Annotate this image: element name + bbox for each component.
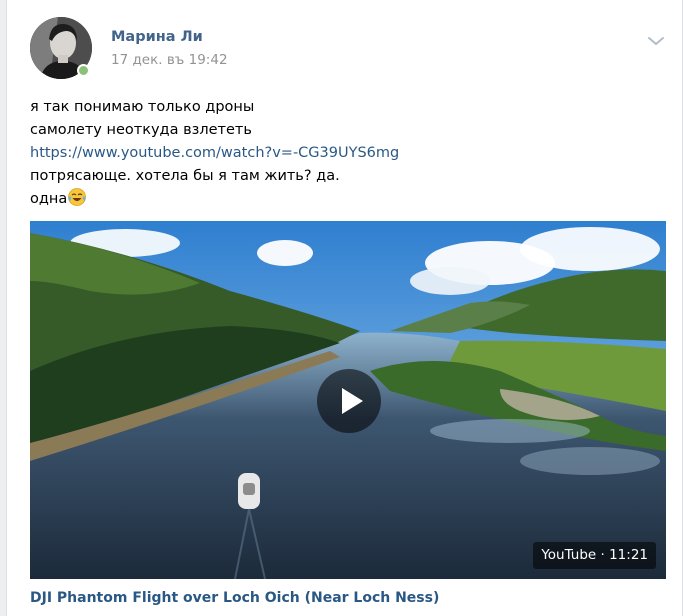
post-date[interactable]: 17 дек. въ 19:42 bbox=[111, 52, 228, 68]
post-text-last-line: одна bbox=[30, 188, 660, 211]
badge-separator: · bbox=[596, 547, 610, 563]
face-with-tears-of-joy-emoji bbox=[68, 188, 87, 206]
post-text: я так понимаю только дроны самолету неот… bbox=[30, 96, 660, 211]
video-duration-badge: YouTube · 11:21 bbox=[533, 542, 656, 569]
video-source: YouTube bbox=[541, 547, 597, 563]
video-duration: 11:21 bbox=[609, 547, 648, 563]
post-text-line: самолету неоткуда взлететь bbox=[30, 122, 252, 138]
online-indicator bbox=[77, 64, 90, 77]
post-link[interactable]: https://www.youtube.com/watch?v=-CG39UYS… bbox=[30, 145, 399, 161]
author-name[interactable]: Марина Ли bbox=[111, 29, 203, 45]
post-text-word: одна bbox=[30, 191, 68, 207]
video-title-link[interactable]: DJI Phantom Flight over Loch Oich (Near … bbox=[30, 590, 439, 606]
chevron-down-icon[interactable] bbox=[647, 32, 665, 45]
video-player[interactable]: YouTube · 11:21 bbox=[30, 221, 666, 579]
play-button[interactable] bbox=[317, 369, 381, 433]
post-text-line: я так понимаю только дроны bbox=[30, 99, 255, 115]
play-icon bbox=[342, 388, 363, 414]
post-text-line: потрясающе. хотела бы я там жить? да. bbox=[30, 168, 340, 184]
wall-post: Марина Ли 17 дек. въ 19:42 я так понимаю… bbox=[6, 0, 683, 616]
